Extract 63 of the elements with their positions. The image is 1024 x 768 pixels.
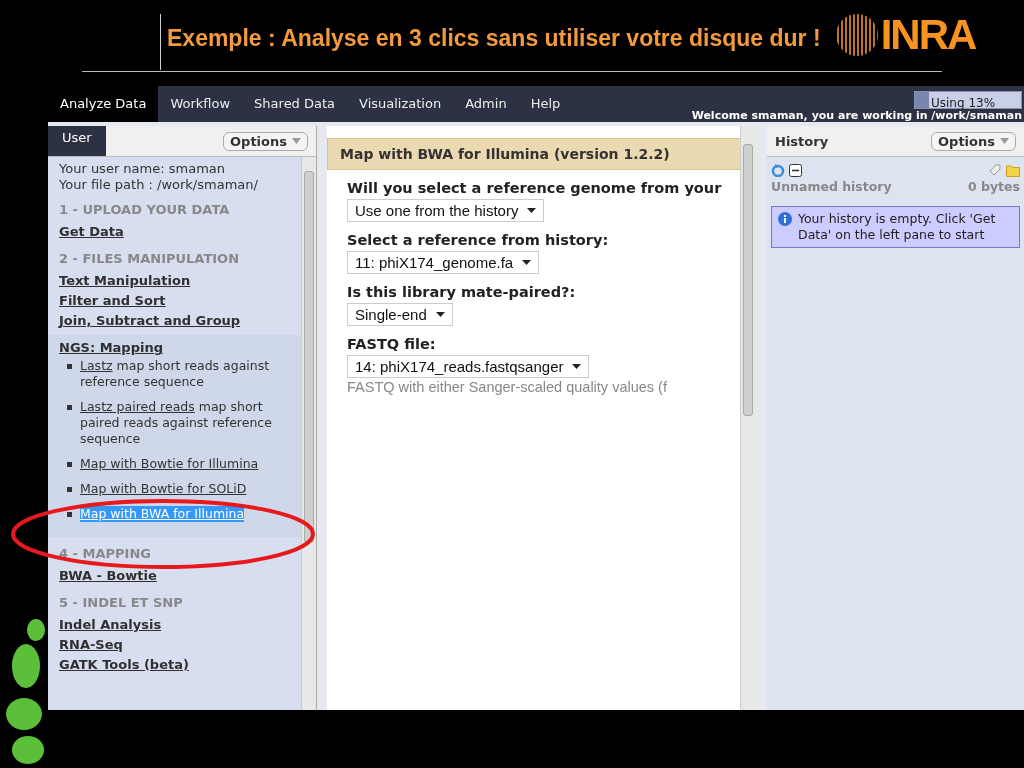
scrollbar[interactable] [301,157,316,710]
tool-description: Lastz map short reads against reference sequence [80,358,271,390]
tool-section-link[interactable]: RNA-Seq [48,635,301,655]
tool-section-link[interactable]: GATK Tools (beta) [48,655,301,675]
dropdown[interactable]: Single-end [347,303,453,326]
info-message-text: Your history is empty. Click 'Get Data' on the left pane to start [798,211,997,243]
caret-icon [522,260,532,265]
tool-section-link[interactable]: Join, Subtract and Group [48,311,301,331]
bullet-icon [67,405,72,410]
tool-form-title: Map with BWA for Illumina (version 1.2.2) [327,138,740,170]
field-label: Will you select a reference genome from your [347,180,723,196]
tool-section-link[interactable]: NGS: Mapping [48,339,301,357]
nav-tab[interactable]: Analyze Data [48,86,159,122]
section-heading: 5 - INDEL ET SNP [58,595,184,610]
tool-section-link[interactable]: Get Data [48,222,301,242]
dropdown[interactable]: 14: phiX174_reads.fastqsanger [347,355,590,378]
welcome-text: Welcome smaman, you are working in /work/smaman [691,109,1023,122]
user-tab[interactable]: User [48,126,106,156]
tool-link[interactable]: Map with Bowtie for SOLiD [80,481,247,497]
section-heading: 1 - UPLOAD YOUR DATA [58,202,231,217]
dropdown[interactable]: 11: phiX174_genome.fa [347,251,540,274]
caret-icon [1000,138,1009,144]
bullet-icon [67,487,72,492]
history-title: History [775,133,829,149]
nav-tab[interactable]: Workflow [158,86,243,122]
options-button[interactable]: Options [931,131,1016,151]
caret-icon [292,138,301,144]
help-text: FASTQ with either Sanger-scaled quality values (f [347,379,668,395]
tool-link[interactable]: Lastz [80,358,113,373]
tool-section-link[interactable]: Indel Analysis [48,615,301,635]
slide-title: Exemple : Analyse en 3 clics sans utiliser votre disque dur ! [167,23,821,52]
caret-icon [435,312,445,317]
field-label: Select a reference from history: [347,232,610,248]
collapse-icon[interactable] [789,163,802,177]
nav-tab[interactable]: Visualization [347,86,454,122]
info-icon [778,212,792,226]
nav-tab[interactable]: Admin [453,86,519,122]
tool-section-link[interactable]: Text Manipulation [48,271,301,291]
tool-link[interactable]: Map with Bowtie for Illumina [80,456,259,472]
tool-link[interactable]: Lastz paired reads [80,399,195,414]
options-button[interactable]: Options [223,131,308,151]
caret-icon [527,208,537,213]
bullet-icon [67,364,72,369]
bullet-icon [67,512,72,517]
folder-icon[interactable] [1006,163,1020,177]
tool-description: Lastz paired reads map short paired reads against reference sequence [80,399,273,447]
nav-tab[interactable]: Shared Data [242,86,348,122]
bullet-icon [67,462,72,467]
tool-section-link[interactable]: BWA - Bowtie [48,566,301,586]
dropdown[interactable]: Use one from the history [347,199,545,222]
history-size: 0 bytes [967,179,1020,194]
user-info-text: Your file path : /work/smaman/ [58,177,259,193]
scrollbar[interactable] [740,126,757,710]
field-label: Is this library mate-paired?: [347,284,577,300]
user-info-text: Your user name: smaman [58,161,227,177]
tag-icon[interactable] [988,163,1002,177]
logo-text: INRA [880,13,976,57]
nav-tab[interactable]: Help [518,86,573,122]
usage-meter: Using 13% [914,91,1022,109]
caret-icon [572,364,582,369]
section-heading: 2 - FILES MANIPULATION [58,251,241,266]
tool-section-link[interactable]: Filter and Sort [48,291,301,311]
field-label: FASTQ file: [347,336,437,352]
